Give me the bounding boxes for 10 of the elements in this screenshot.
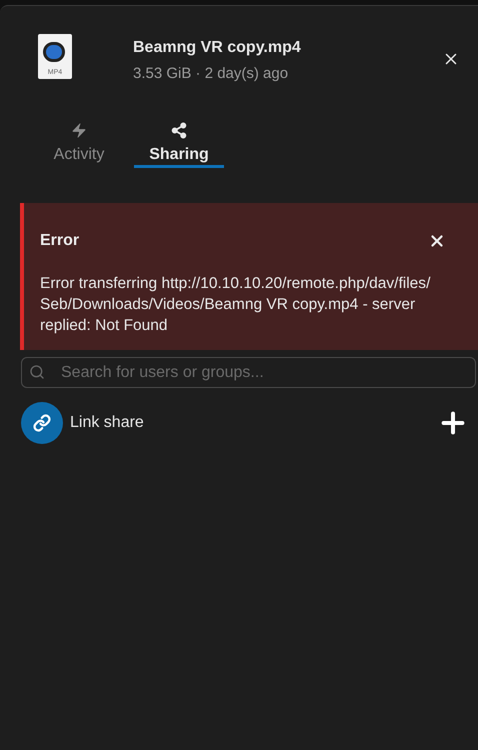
file-details: 3.53 GiB · 2 day(s) ago — [133, 64, 290, 84]
search-icon — [29, 364, 45, 380]
link-share-label: Link share — [70, 413, 145, 433]
tab[interactable]: Activity — [34, 120, 124, 168]
error-title: Error — [40, 231, 80, 251]
search-field[interactable]: Search for users or groups... — [21, 357, 476, 388]
file-name: Beamng VR copy.mp4 — [133, 38, 302, 58]
error-message: Error transferring http://10.10.10.20/remote.php/dav/files/Seb/Downloads/Videos/Beamng VR copy.mp4 - server replied: Not Found — [40, 274, 432, 336]
tab[interactable]: Sharing — [134, 120, 224, 168]
link-avatar-icon — [21, 402, 63, 444]
